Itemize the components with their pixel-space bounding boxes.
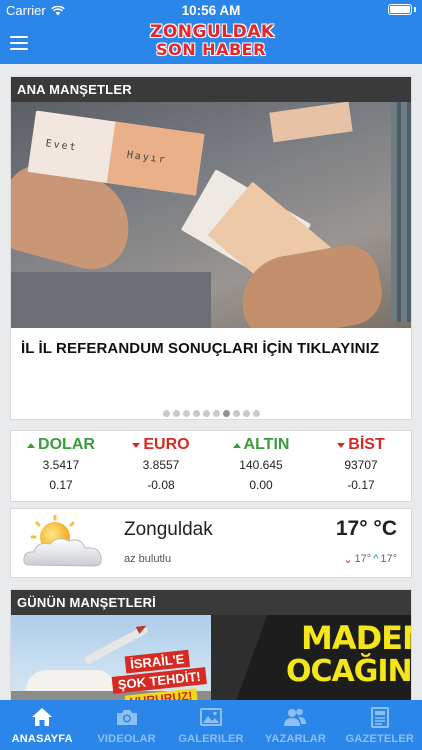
carousel-dot[interactable]	[182, 410, 190, 417]
logo-line-1: ZONGULDAK	[150, 22, 275, 42]
market-name: DOLAR	[38, 436, 95, 453]
newspaper-thumbnail[interactable]: MADEN OCAĞINDA	[211, 615, 411, 703]
carousel-dot[interactable]	[252, 410, 260, 417]
market-value: 93707	[344, 458, 378, 472]
tab-yazarlar[interactable]: YAZARLAR	[253, 700, 337, 750]
market-dolar[interactable]: DOLAR 3.5417 0.17	[11, 431, 111, 501]
market-euro[interactable]: EURO 3.8557 -0.08	[111, 431, 211, 501]
carousel-dot[interactable]	[212, 410, 220, 417]
tab-label: YAZARLAR	[264, 733, 326, 745]
markets-card: DOLAR 3.5417 0.17 EURO 3.8557 -0.08 ALTI…	[10, 430, 412, 502]
down-arrow-icon	[132, 442, 141, 448]
weather-range: ⌄ 17° ^ 17°	[343, 553, 397, 566]
market-change: -0.08	[147, 478, 175, 492]
gallery-icon	[200, 708, 223, 726]
weather-city: Zonguldak	[124, 519, 213, 540]
carousel-dot[interactable]	[162, 410, 170, 417]
market-change: 0.17	[49, 478, 73, 492]
camera-icon	[116, 710, 137, 725]
authors-icon	[284, 708, 307, 726]
tab-bar: ANASAYFA VIDEOLAR GALERILER YAZARLAR GAZ…	[0, 700, 422, 750]
carousel-dot[interactable]	[192, 410, 200, 417]
home-icon	[32, 708, 53, 726]
newspaper-icon	[370, 707, 389, 728]
tab-label: GALERILER	[178, 733, 244, 745]
carousel-dot[interactable]	[172, 410, 180, 417]
headline-image[interactable]: Evet Hayır	[11, 102, 411, 328]
weather-temperature: 17° °C	[335, 517, 397, 540]
carousel-dot[interactable]	[202, 410, 210, 417]
tab-galeriler[interactable]: GALERILER	[169, 700, 253, 750]
daily-section-title: GÜNÜN MANŞETLERİ	[11, 590, 411, 615]
carousel-indicator[interactable]	[11, 410, 411, 417]
app-logo[interactable]: ZONGULDAK SON HABER	[150, 22, 275, 61]
carousel-dot[interactable]	[222, 410, 230, 417]
market-value: 140.645	[239, 458, 283, 472]
tab-label: VIDEOLAR	[97, 733, 156, 745]
menu-button[interactable]	[10, 36, 28, 50]
up-arrow-icon: ^	[373, 553, 379, 565]
partly-cloudy-icon	[23, 515, 102, 567]
status-bar: Carrier 10:56 AM	[0, 0, 422, 22]
logo-line-2: SON HABER	[156, 40, 266, 59]
clock: 10:56 AM	[181, 3, 241, 18]
newspaper-thumbnail[interactable]: İSRAİL'E ŞOK TEHDİT! VURURUZ!	[11, 615, 211, 703]
down-arrow-icon: ⌄	[343, 554, 353, 566]
tab-label: ANASAYFA	[11, 733, 73, 745]
up-arrow-icon	[27, 442, 36, 448]
up-arrow-icon	[232, 442, 241, 448]
headlines-section-title: ANA MANŞETLER	[11, 77, 411, 102]
top-bar: Carrier 10:56 AM ZONGULDAK SON HABER	[0, 0, 422, 64]
tab-gazeteler[interactable]: GAZETELER	[338, 700, 422, 750]
headline-title[interactable]: İL İL REFERANDUM SONUÇLARI İÇİN TIKLAYIN…	[11, 328, 411, 378]
tab-videolar[interactable]: VIDEOLAR	[84, 700, 168, 750]
tab-anasayfa[interactable]: ANASAYFA	[0, 700, 84, 750]
weather-high: 17°	[380, 553, 397, 565]
market-change: 0.00	[249, 478, 273, 492]
market-name: BİST	[348, 436, 385, 453]
carousel-dot[interactable]	[232, 410, 240, 417]
down-arrow-icon	[337, 442, 346, 448]
market-value: 3.8557	[142, 458, 180, 472]
carousel-dot[interactable]	[242, 410, 250, 417]
daily-headlines-card: GÜNÜN MANŞETLERİ İSRAİL'E ŞOK TEHDİT! VU…	[10, 589, 412, 704]
tab-label: GAZETELER	[345, 733, 415, 745]
market-altin[interactable]: ALTIN 140.645 0.00	[211, 431, 311, 501]
market-name: EURO	[143, 436, 190, 453]
weather-card[interactable]: Zonguldak az bulutlu 17° °C ⌄ 17° ^ 17°	[10, 508, 412, 578]
battery-icon	[388, 4, 416, 15]
paper-headline: MADEN	[301, 619, 411, 657]
market-value: 3.5417	[42, 458, 80, 472]
market-bist[interactable]: BİST 93707 -0.17	[311, 431, 411, 501]
weather-low: 17°	[354, 553, 372, 565]
headlines-card: ANA MANŞETLER Evet Hayır İL İL REFERANDU…	[10, 76, 412, 420]
market-name: ALTIN	[243, 436, 290, 453]
battery-fill	[390, 6, 410, 13]
ballot-label-evet: Evet	[44, 138, 79, 154]
paper-headline: OCAĞINDA	[286, 654, 411, 689]
weather-description: az bulutlu	[124, 553, 172, 565]
market-change: -0.17	[347, 478, 375, 492]
